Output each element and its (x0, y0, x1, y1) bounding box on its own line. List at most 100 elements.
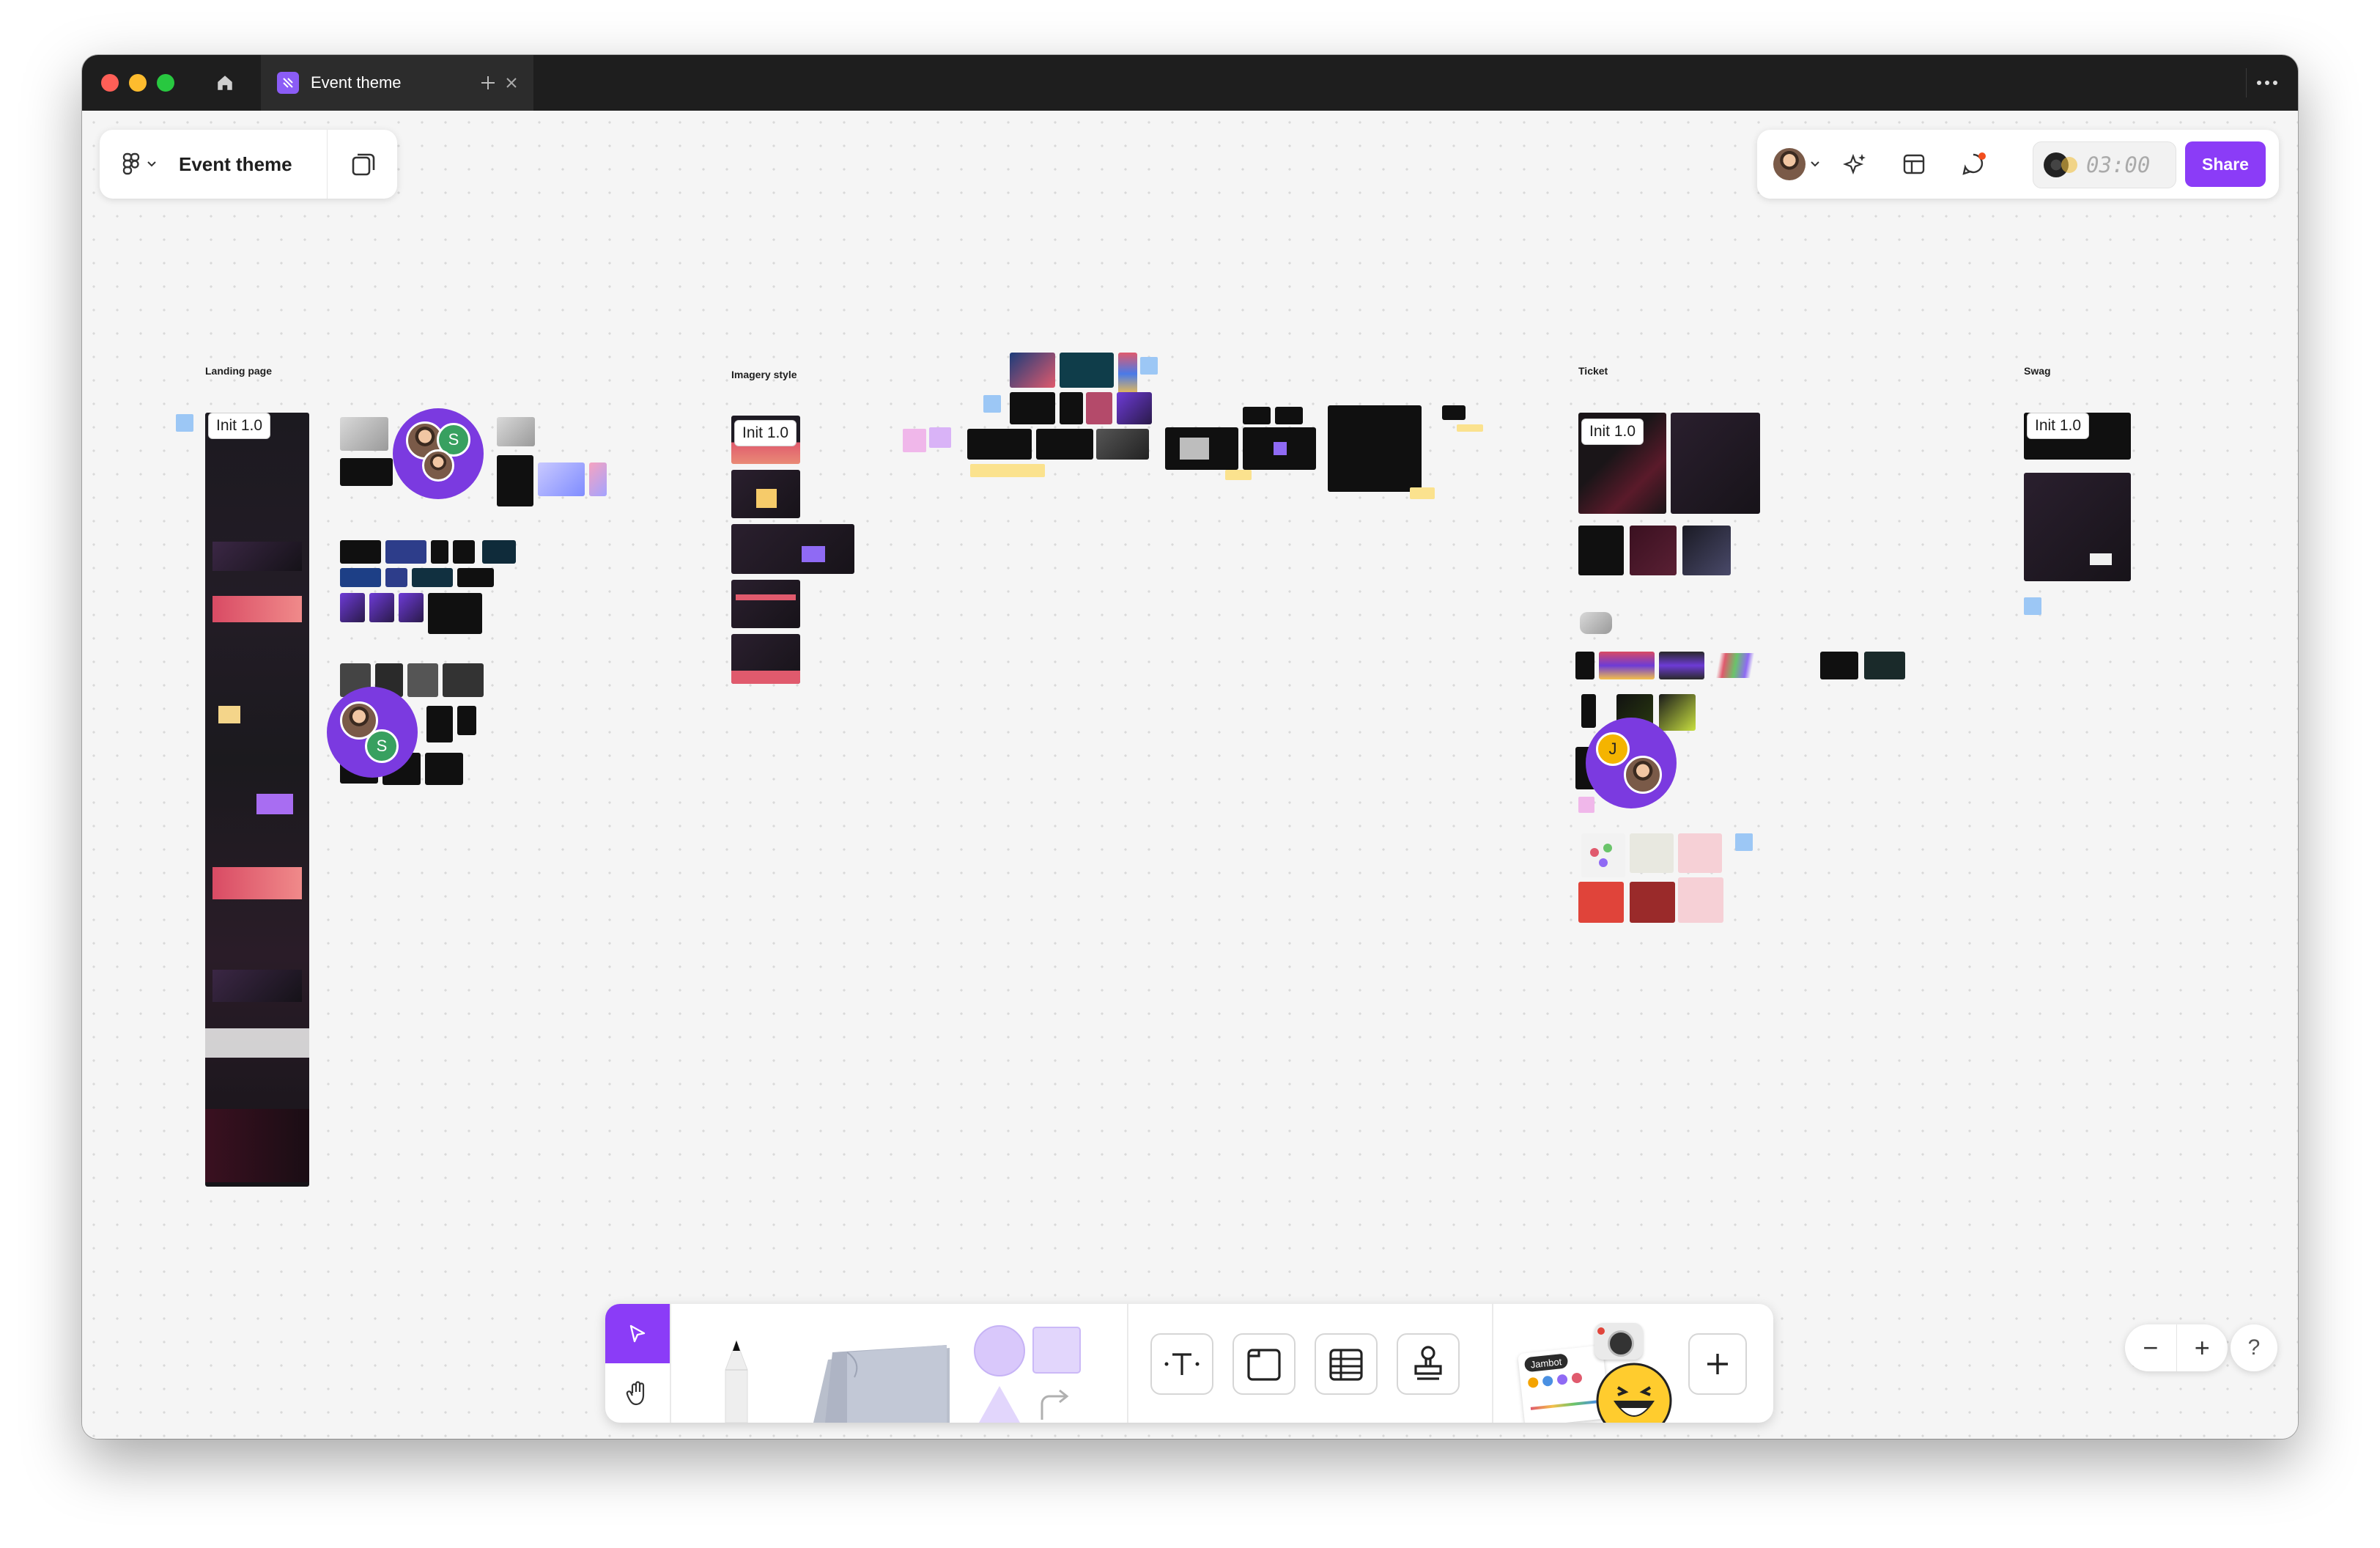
timer-widget[interactable]: 03:00 (2033, 141, 2176, 188)
sticky-note[interactable] (983, 395, 1001, 413)
reference-image[interactable] (369, 593, 394, 622)
reference-image[interactable] (340, 593, 365, 622)
typography-sample[interactable] (412, 568, 453, 587)
landing-page-frame[interactable] (205, 413, 309, 1187)
swag-render[interactable] (1630, 882, 1675, 923)
texture-image[interactable] (457, 706, 476, 735)
sticky-note[interactable] (929, 427, 951, 448)
imagery-frame[interactable] (731, 524, 854, 574)
swag-frame[interactable] (2024, 473, 2131, 581)
swag-render[interactable] (1678, 833, 1722, 873)
typography-sample[interactable] (431, 540, 448, 564)
hero-mockup[interactable] (1328, 405, 1422, 492)
close-window-button[interactable] (101, 74, 119, 92)
ticket-variant[interactable] (1682, 526, 1731, 575)
minimize-window-button[interactable] (129, 74, 147, 92)
texture-image[interactable] (425, 753, 463, 785)
typography-sample[interactable] (457, 568, 494, 587)
table-tool[interactable] (1315, 1333, 1378, 1395)
typography-sample[interactable] (340, 568, 381, 587)
hand-tool[interactable] (605, 1363, 670, 1423)
moodboard-image[interactable] (1010, 353, 1055, 388)
help-button[interactable]: ? (2231, 1324, 2277, 1371)
reference-image[interactable] (340, 417, 388, 451)
ticket-variant[interactable] (1630, 526, 1677, 575)
merch-image[interactable] (1581, 694, 1596, 728)
reference-image[interactable] (340, 458, 393, 486)
sticky-note[interactable] (1410, 487, 1435, 499)
reference-image[interactable] (399, 593, 424, 622)
new-tab-button[interactable] (473, 68, 503, 97)
swag-render[interactable] (1578, 882, 1624, 923)
board-canvas[interactable]: Event theme 03:00 Share Landing page Ima… (82, 111, 2298, 1439)
texture-image[interactable] (407, 663, 438, 697)
typography-sample[interactable] (385, 568, 407, 587)
stamp-tool[interactable] (1397, 1333, 1460, 1395)
text-tool[interactable] (1150, 1333, 1213, 1395)
sticky-note[interactable] (1140, 357, 1158, 375)
pen-tool[interactable] (703, 1326, 769, 1423)
home-button[interactable] (210, 68, 240, 97)
wristband-image[interactable] (1709, 653, 1762, 678)
templates-button[interactable] (1896, 147, 1932, 181)
window-more-button[interactable] (2246, 68, 2288, 97)
reference-image[interactable] (497, 417, 535, 446)
moodboard-image[interactable] (1118, 353, 1137, 395)
swag-render[interactable] (1678, 877, 1723, 923)
swag-render[interactable] (1630, 833, 1674, 873)
zoom-out-button[interactable]: − (2125, 1324, 2177, 1371)
more-tools-button[interactable] (1688, 1333, 1747, 1395)
moodboard-image[interactable] (1060, 353, 1114, 388)
typography-sample[interactable] (340, 540, 381, 564)
hero-mockup[interactable] (1275, 407, 1303, 424)
texture-image[interactable] (443, 663, 484, 697)
sticky-note[interactable] (1578, 797, 1594, 813)
moodboard-image[interactable] (1086, 392, 1112, 424)
wristband-image[interactable] (1580, 612, 1612, 634)
ticket-variant[interactable] (1578, 526, 1624, 575)
user-menu-button[interactable] (1770, 147, 1823, 181)
sticky-note[interactable] (970, 464, 1045, 477)
wristband-image[interactable] (1659, 652, 1704, 679)
imagery-frame[interactable] (731, 580, 800, 628)
pages-button[interactable] (346, 147, 381, 181)
moodboard-image[interactable] (1010, 392, 1055, 424)
imagery-frame[interactable] (731, 470, 800, 518)
wristband-image[interactable] (1820, 652, 1858, 679)
moodboard-image[interactable] (967, 429, 1032, 460)
jambot-widget[interactable]: Jambot (1514, 1316, 1682, 1423)
sticky-note[interactable] (903, 429, 926, 452)
typography-sample[interactable] (453, 540, 475, 564)
merch-image[interactable] (1659, 694, 1696, 731)
close-tab-button[interactable] (501, 73, 522, 93)
reference-image[interactable] (497, 455, 533, 506)
moodboard-image[interactable] (1036, 429, 1093, 460)
typography-sample[interactable] (482, 540, 516, 564)
hero-mockup[interactable] (1243, 427, 1316, 470)
file-title[interactable]: Event theme (179, 153, 292, 176)
wristband-image[interactable] (1864, 652, 1905, 679)
swag-render[interactable] (1581, 833, 1625, 877)
comments-button[interactable] (1956, 147, 1992, 181)
select-tool[interactable] (605, 1304, 670, 1363)
hero-mockup[interactable] (1165, 427, 1238, 470)
typography-sample[interactable] (385, 540, 426, 564)
hero-mockup[interactable] (1243, 407, 1271, 424)
sticky-note[interactable] (176, 414, 193, 432)
sticky-note[interactable] (1225, 470, 1252, 480)
ai-assistant-button[interactable] (1838, 147, 1873, 181)
wristband-image[interactable] (1599, 652, 1655, 679)
reference-image[interactable] (428, 593, 482, 634)
wristband-image[interactable] (1575, 652, 1594, 679)
reference-image[interactable] (589, 462, 607, 496)
reference-image[interactable] (538, 462, 585, 496)
sticky-note[interactable] (2024, 597, 2041, 615)
moodboard-image[interactable] (1060, 392, 1083, 424)
sticky-note-tool[interactable] (803, 1326, 950, 1423)
moodboard-image[interactable] (1117, 392, 1152, 424)
imagery-frame[interactable] (731, 634, 800, 684)
hero-mockup[interactable] (1442, 405, 1466, 420)
moodboard-image[interactable] (1096, 429, 1149, 460)
sticky-note[interactable] (1457, 424, 1483, 432)
share-button[interactable]: Share (2185, 141, 2266, 187)
